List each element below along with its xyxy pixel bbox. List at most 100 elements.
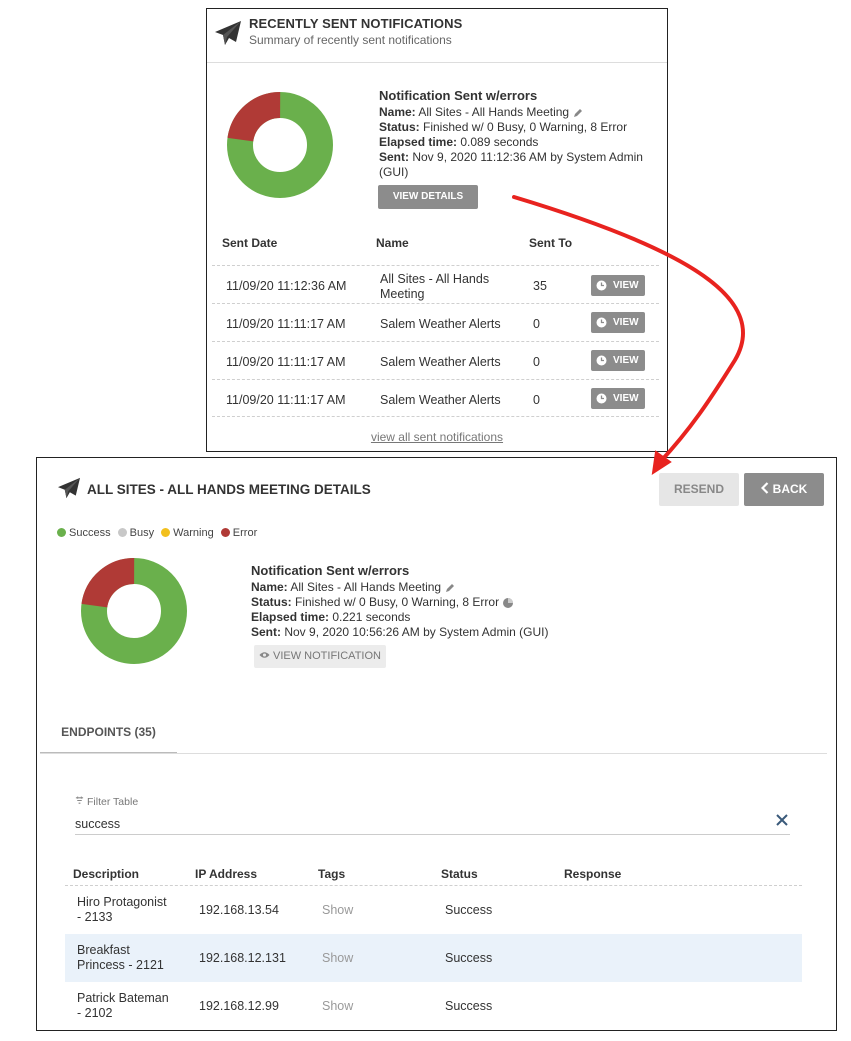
summary-heading: Notification Sent w/errors bbox=[251, 563, 410, 578]
row-sent-date: 11/09/20 11:11:17 AM bbox=[226, 317, 346, 331]
notification-summary: Notification Sent w/errors Name: All Sit… bbox=[379, 88, 664, 180]
row-tags-show-link[interactable]: Show bbox=[322, 999, 353, 1013]
filter-input[interactable] bbox=[75, 813, 790, 835]
filter-icon bbox=[75, 796, 84, 804]
pencil-icon[interactable] bbox=[444, 582, 456, 594]
sent-value-continued: (GUI) bbox=[379, 165, 409, 179]
column-header-name: Name bbox=[376, 236, 409, 250]
elapsed-value: 0.089 seconds bbox=[460, 135, 539, 149]
row-description-line2: Princess - 2121 bbox=[77, 958, 164, 972]
eye-icon bbox=[259, 652, 270, 658]
name-label: Name: bbox=[379, 105, 416, 119]
paper-plane-icon bbox=[58, 477, 80, 499]
row-ip-address: 192.168.12.99 bbox=[199, 999, 279, 1013]
row-sent-to: 35 bbox=[533, 279, 547, 293]
legend-label: Warning bbox=[173, 527, 214, 539]
tab-endpoints[interactable]: ENDPOINTS (35) bbox=[40, 710, 177, 754]
row-status: Success bbox=[445, 951, 493, 965]
recent-notifications-panel: RECENTLY SENT NOTIFICATIONS Summary of r… bbox=[206, 8, 668, 452]
clock-icon bbox=[596, 355, 607, 366]
row-name: All Sites - All Hands Meeting bbox=[380, 272, 489, 302]
view-button[interactable]: VIEW bbox=[591, 312, 645, 333]
elapsed-label: Elapsed time: bbox=[251, 610, 330, 624]
row-name-line2: Meeting bbox=[380, 287, 425, 301]
page-title: ALL SITES - ALL HANDS MEETING DETAILS bbox=[87, 482, 371, 497]
name-value: All Sites - All Hands Meeting bbox=[290, 580, 442, 594]
column-header-tags: Tags bbox=[318, 867, 346, 881]
legend-item-success: Success bbox=[57, 527, 111, 539]
view-details-button[interactable]: VIEW DETAILS bbox=[378, 185, 478, 209]
column-header-status: Status bbox=[441, 867, 478, 881]
row-sent-to: 0 bbox=[533, 393, 540, 407]
row-sent-date: 11/09/20 11:12:36 AM bbox=[226, 279, 347, 293]
view-button[interactable]: VIEW bbox=[591, 275, 645, 296]
table-row: 11/09/20 11:11:17 AM Salem Weather Alert… bbox=[212, 379, 659, 417]
sent-value: Nov 9, 2020 10:56:26 AM by System Admin … bbox=[284, 625, 549, 639]
elapsed-value: 0.221 seconds bbox=[332, 610, 411, 624]
legend-item-warning: Warning bbox=[161, 527, 214, 539]
row-description: Hiro Protagonist - 2133 bbox=[77, 895, 187, 925]
row-tags-show-link[interactable]: Show bbox=[322, 951, 353, 965]
clock-icon bbox=[596, 393, 607, 404]
legend-dot bbox=[117, 528, 127, 537]
pencil-icon[interactable] bbox=[572, 107, 584, 119]
row-description-line1: Patrick Bateman bbox=[77, 991, 169, 1005]
pie-chart-icon[interactable] bbox=[502, 597, 514, 609]
row-description: Patrick Bateman - 2102 bbox=[77, 991, 187, 1021]
column-header-sent-date: Sent Date bbox=[222, 236, 278, 250]
row-status: Success bbox=[445, 903, 493, 917]
summary-heading: Notification Sent w/errors bbox=[379, 88, 538, 103]
table-row: 11/09/20 11:11:17 AM Salem Weather Alert… bbox=[212, 303, 659, 341]
row-sent-date: 11/09/20 11:11:17 AM bbox=[226, 355, 346, 369]
table-row[interactable]: Breakfast Princess - 2121 192.168.12.131 … bbox=[65, 934, 802, 982]
row-description: Breakfast Princess - 2121 bbox=[77, 943, 187, 973]
legend-dot bbox=[220, 528, 230, 537]
legend-label: Success bbox=[69, 527, 111, 539]
row-tags-show-link[interactable]: Show bbox=[322, 903, 353, 917]
row-name-line1: All Sites - All Hands bbox=[380, 272, 490, 286]
view-button-label: VIEW bbox=[613, 355, 639, 366]
name-label: Name: bbox=[251, 580, 288, 594]
close-icon[interactable] bbox=[774, 812, 790, 828]
row-ip-address: 192.168.13.54 bbox=[199, 903, 279, 917]
filter-label: Filter Table bbox=[75, 796, 138, 808]
clock-icon bbox=[596, 280, 607, 291]
name-value: All Sites - All Hands Meeting bbox=[418, 105, 570, 119]
row-name: Salem Weather Alerts bbox=[380, 355, 501, 369]
status-donut-chart bbox=[81, 558, 187, 664]
sent-label: Sent: bbox=[251, 625, 281, 639]
legend-dot bbox=[161, 528, 171, 537]
status-label: Status: bbox=[379, 120, 420, 134]
column-header-ip-address: IP Address bbox=[195, 867, 258, 881]
view-notification-button[interactable]: VIEW NOTIFICATION bbox=[254, 645, 386, 668]
legend-label: Busy bbox=[129, 527, 155, 539]
paper-plane-icon bbox=[215, 21, 241, 45]
view-button[interactable]: VIEW bbox=[591, 350, 645, 371]
back-button-label: BACK bbox=[772, 482, 808, 496]
chart-legend: Success Busy Warning Error bbox=[57, 527, 261, 539]
status-value: Finished w/ 0 Busy, 0 Warning, 8 Error bbox=[423, 120, 628, 134]
notification-details-panel: ALL SITES - ALL HANDS MEETING DETAILS RE… bbox=[36, 457, 837, 1031]
panel-header: RECENTLY SENT NOTIFICATIONS Summary of r… bbox=[207, 9, 667, 63]
table-row[interactable]: Hiro Protagonist - 2133 192.168.13.54 Sho… bbox=[65, 886, 802, 934]
row-name: Salem Weather Alerts bbox=[380, 317, 501, 331]
column-header-description: Description bbox=[73, 867, 140, 881]
view-all-link[interactable]: view all sent notifications bbox=[207, 430, 667, 444]
legend-item-error: Error bbox=[220, 527, 258, 539]
row-status: Success bbox=[445, 999, 493, 1013]
table-row[interactable]: Patrick Bateman - 2102 192.168.12.99 Show… bbox=[65, 982, 802, 1030]
legend-dot bbox=[57, 528, 66, 537]
table-row: 11/09/20 11:12:36 AM All Sites - All Han… bbox=[212, 265, 659, 303]
status-label: Status: bbox=[251, 595, 292, 609]
row-description-line2: - 2102 bbox=[77, 1006, 113, 1020]
legend-label: Error bbox=[232, 527, 258, 539]
row-sent-to: 0 bbox=[533, 355, 540, 369]
resend-button[interactable]: RESEND bbox=[659, 473, 739, 506]
column-header-response: Response bbox=[564, 867, 622, 881]
back-button[interactable]: BACK bbox=[744, 473, 824, 506]
chevron-left-icon bbox=[760, 482, 768, 494]
sent-value: Nov 9, 2020 11:12:36 AM by System Admin bbox=[412, 150, 643, 164]
clock-icon bbox=[596, 317, 607, 328]
status-donut-chart bbox=[227, 92, 333, 198]
view-button[interactable]: VIEW bbox=[591, 388, 645, 409]
